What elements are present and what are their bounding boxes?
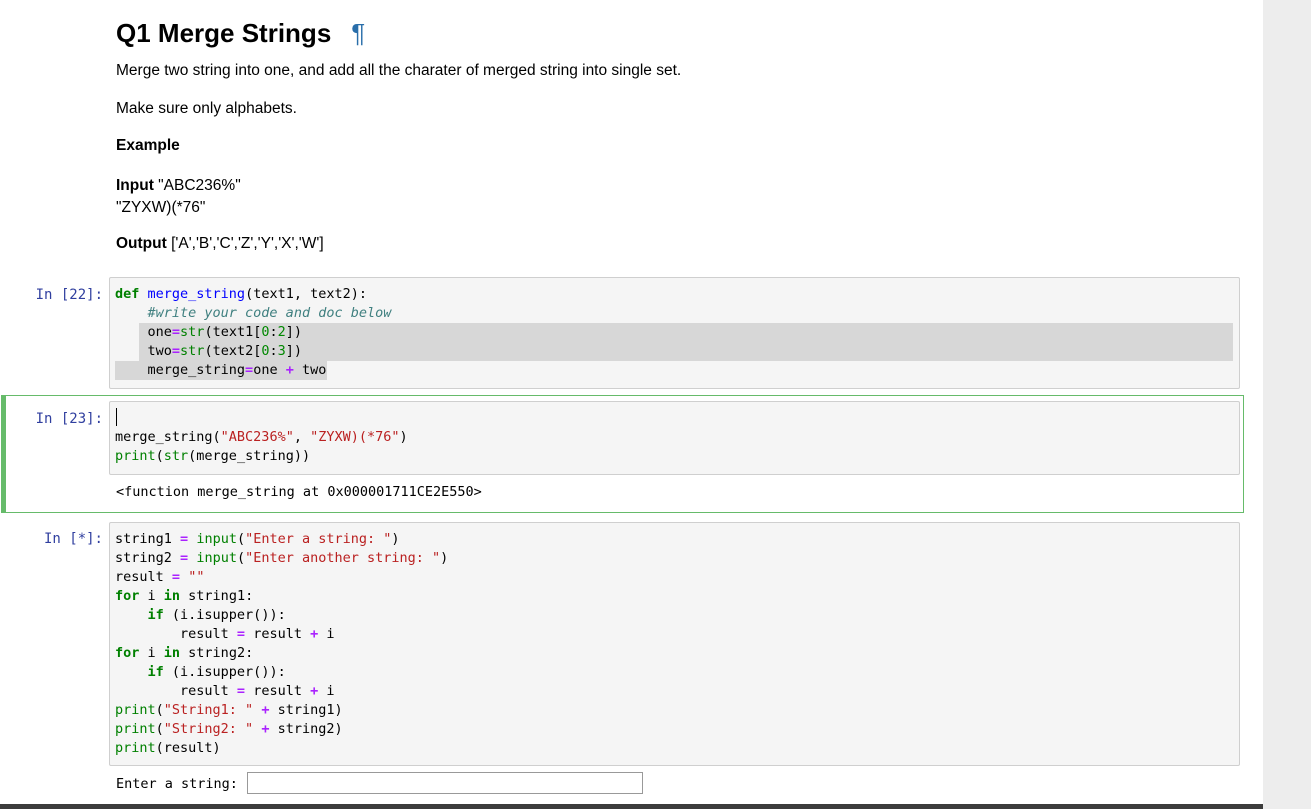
heading: Q1 Merge Strings ¶: [116, 16, 1236, 50]
code-editor[interactable]: def merge_string(text1, text2): #write y…: [115, 285, 391, 380]
code-line: for i in string1:: [115, 588, 254, 604]
code-editor[interactable]: merge_string("ABC236%", "ZYXW)(*76") prin…: [115, 409, 408, 466]
anchor-link-icon[interactable]: ¶: [351, 16, 365, 50]
code-line: string2 = input("Enter another string: "…: [115, 550, 449, 566]
code-line: one=str(text1[0:2]): [115, 324, 303, 340]
bottom-bar: [0, 804, 1263, 809]
code-line: print("String1: " + string1): [115, 702, 343, 718]
code-line: string1 = input("Enter a string: "): [115, 531, 400, 547]
input-label: Input: [116, 177, 154, 194]
cell-prompt: In [*]:: [43, 531, 103, 547]
requirement-text: Make sure only alphabets.: [116, 100, 297, 117]
code-cell-input[interactable]: def merge_string(text1, text2): #write y…: [109, 277, 1240, 389]
code-editor[interactable]: string1 = input("Enter a string: ") strin…: [115, 530, 448, 758]
code-line: merge_string("ABC236%", "ZYXW)(*76"): [115, 429, 408, 445]
text-cursor: [116, 408, 117, 426]
cell-prompt: In [22]:: [35, 287, 103, 303]
code-cell-input[interactable]: string1 = input("Enter a string: ") strin…: [109, 522, 1240, 766]
code-line: for i in string2:: [115, 645, 254, 661]
scrollbar-gutter[interactable]: [1263, 0, 1311, 809]
example-output: Output ['A','B','C','Z','Y','X','W']: [116, 235, 324, 253]
code-line: if (i.isupper()):: [147, 607, 286, 623]
code-line: print(str(merge_string)): [115, 448, 311, 464]
code-line: print("String2: " + string2): [115, 721, 343, 737]
code-line: merge_string=one + two: [115, 362, 327, 378]
stdin-prompt: Enter a string:: [116, 776, 238, 792]
markdown-cell[interactable]: Q1 Merge Strings ¶ Merge two string into…: [116, 16, 1236, 252]
code-line: print(result): [115, 740, 221, 756]
code-line: def merge_string(text1, text2):: [115, 286, 367, 302]
code-line: result = result + i: [115, 626, 335, 642]
example-heading: Example: [116, 137, 180, 154]
output-value: ['A','B','C','Z','Y','X','W']: [166, 235, 324, 252]
input-value-1: "ABC236%": [153, 177, 241, 194]
output-label: Output: [116, 235, 167, 252]
cell-output: <function merge_string at 0x000001711CE2…: [116, 484, 482, 500]
input-value-2: "ZYXW)(*76": [116, 199, 206, 216]
code-line: #write your code and doc below: [147, 305, 392, 321]
stdin-input[interactable]: [247, 772, 643, 794]
code-cell-input[interactable]: merge_string("ABC236%", "ZYXW)(*76") prin…: [109, 401, 1240, 475]
heading-text: Q1 Merge Strings: [116, 18, 332, 48]
example-input: Input "ABC236%" "ZYXW)(*76": [116, 175, 241, 219]
code-line: result = result + i: [115, 683, 335, 699]
code-line: if (i.isupper()):: [147, 664, 286, 680]
description-text: Merge two string into one, and add all t…: [116, 62, 682, 79]
code-line: result = "": [115, 569, 205, 585]
code-line: two=str(text2[0:3]): [115, 343, 303, 359]
cell-prompt: In [23]:: [35, 411, 103, 427]
